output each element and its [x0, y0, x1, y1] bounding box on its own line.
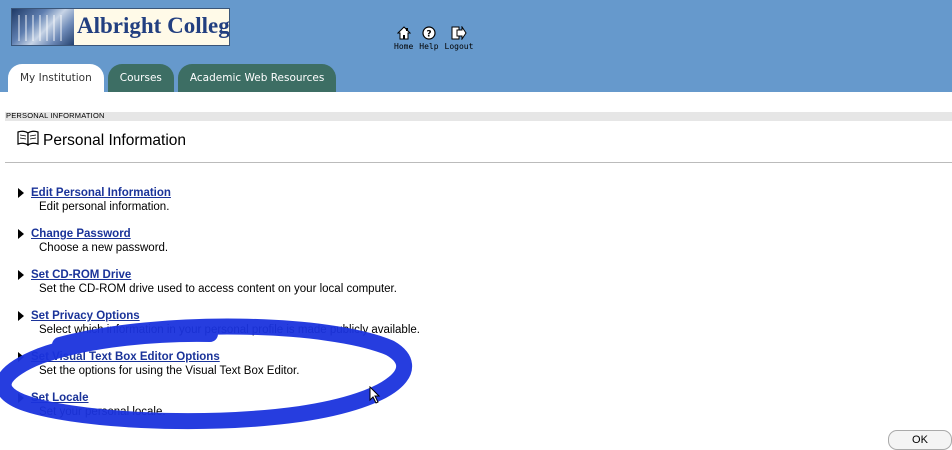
top-nav: Home ? Help Logout [394, 26, 473, 51]
page-title: Personal Information [17, 130, 186, 151]
set-privacy-options-link[interactable]: Set Privacy Options [31, 310, 140, 322]
book-icon [17, 130, 39, 151]
list-item: Set Locale Set your personal locale. [18, 392, 718, 433]
list-item: Set Visual Text Box Editor Options Set t… [18, 351, 718, 392]
arrow-right-icon [18, 311, 24, 321]
task-description: Select which information in your persona… [39, 324, 420, 336]
tab-my-institution[interactable]: My Institution [8, 64, 104, 92]
title-divider [5, 162, 952, 163]
arrow-right-icon [18, 352, 24, 362]
header-bar: Albright College Home ? Help Logout My I… [0, 0, 952, 92]
breadcrumb: PERSONAL INFORMATION [6, 111, 105, 120]
college-logo[interactable]: Albright College [11, 8, 230, 46]
set-locale-link[interactable]: Set Locale [31, 392, 89, 404]
arrow-right-icon [18, 188, 24, 198]
set-cd-rom-drive-link[interactable]: Set CD-ROM Drive [31, 269, 131, 281]
task-description: Set your personal locale. [39, 406, 166, 418]
logout-button[interactable]: Logout [444, 26, 474, 51]
list-item: Set Privacy Options Select which informa… [18, 310, 718, 351]
arrow-right-icon [18, 393, 24, 403]
logout-icon [451, 26, 467, 40]
building-image [12, 9, 74, 45]
page-title-text: Personal Information [43, 131, 187, 149]
help-label: Help [419, 42, 439, 51]
home-button[interactable]: Home [394, 26, 413, 51]
help-icon: ? [421, 26, 437, 40]
list-item: Change Password Choose a new password. [18, 228, 718, 269]
list-item: Set CD-ROM Drive Set the CD-ROM drive us… [18, 269, 718, 310]
task-list: Edit Personal Information Edit personal … [18, 187, 718, 433]
task-description: Set the options for using the Visual Tex… [39, 365, 300, 377]
tab-bar: My Institution Courses Academic Web Reso… [8, 64, 337, 92]
task-description: Edit personal information. [39, 201, 170, 213]
help-button[interactable]: ? Help [419, 26, 439, 51]
logout-label: Logout [444, 42, 474, 51]
set-visual-text-box-editor-options-link[interactable]: Set Visual Text Box Editor Options [31, 351, 220, 363]
home-icon [396, 26, 412, 40]
arrow-right-icon [18, 270, 24, 280]
list-item: Edit Personal Information Edit personal … [18, 187, 718, 228]
task-description: Set the CD-ROM drive used to access cont… [39, 283, 397, 295]
task-description: Choose a new password. [39, 242, 169, 254]
mouse-pointer-icon [369, 385, 381, 409]
arrow-right-icon [18, 229, 24, 239]
tab-academic-web-resources[interactable]: Academic Web Resources [177, 64, 337, 92]
svg-text:?: ? [426, 30, 431, 40]
breadcrumb-bar [5, 112, 952, 121]
edit-personal-information-link[interactable]: Edit Personal Information [31, 187, 171, 199]
change-password-link[interactable]: Change Password [31, 228, 131, 240]
home-label: Home [394, 42, 414, 51]
ok-button[interactable]: OK [888, 430, 952, 450]
logo-text: Albright College [77, 13, 230, 38]
tab-courses[interactable]: Courses [107, 64, 174, 92]
